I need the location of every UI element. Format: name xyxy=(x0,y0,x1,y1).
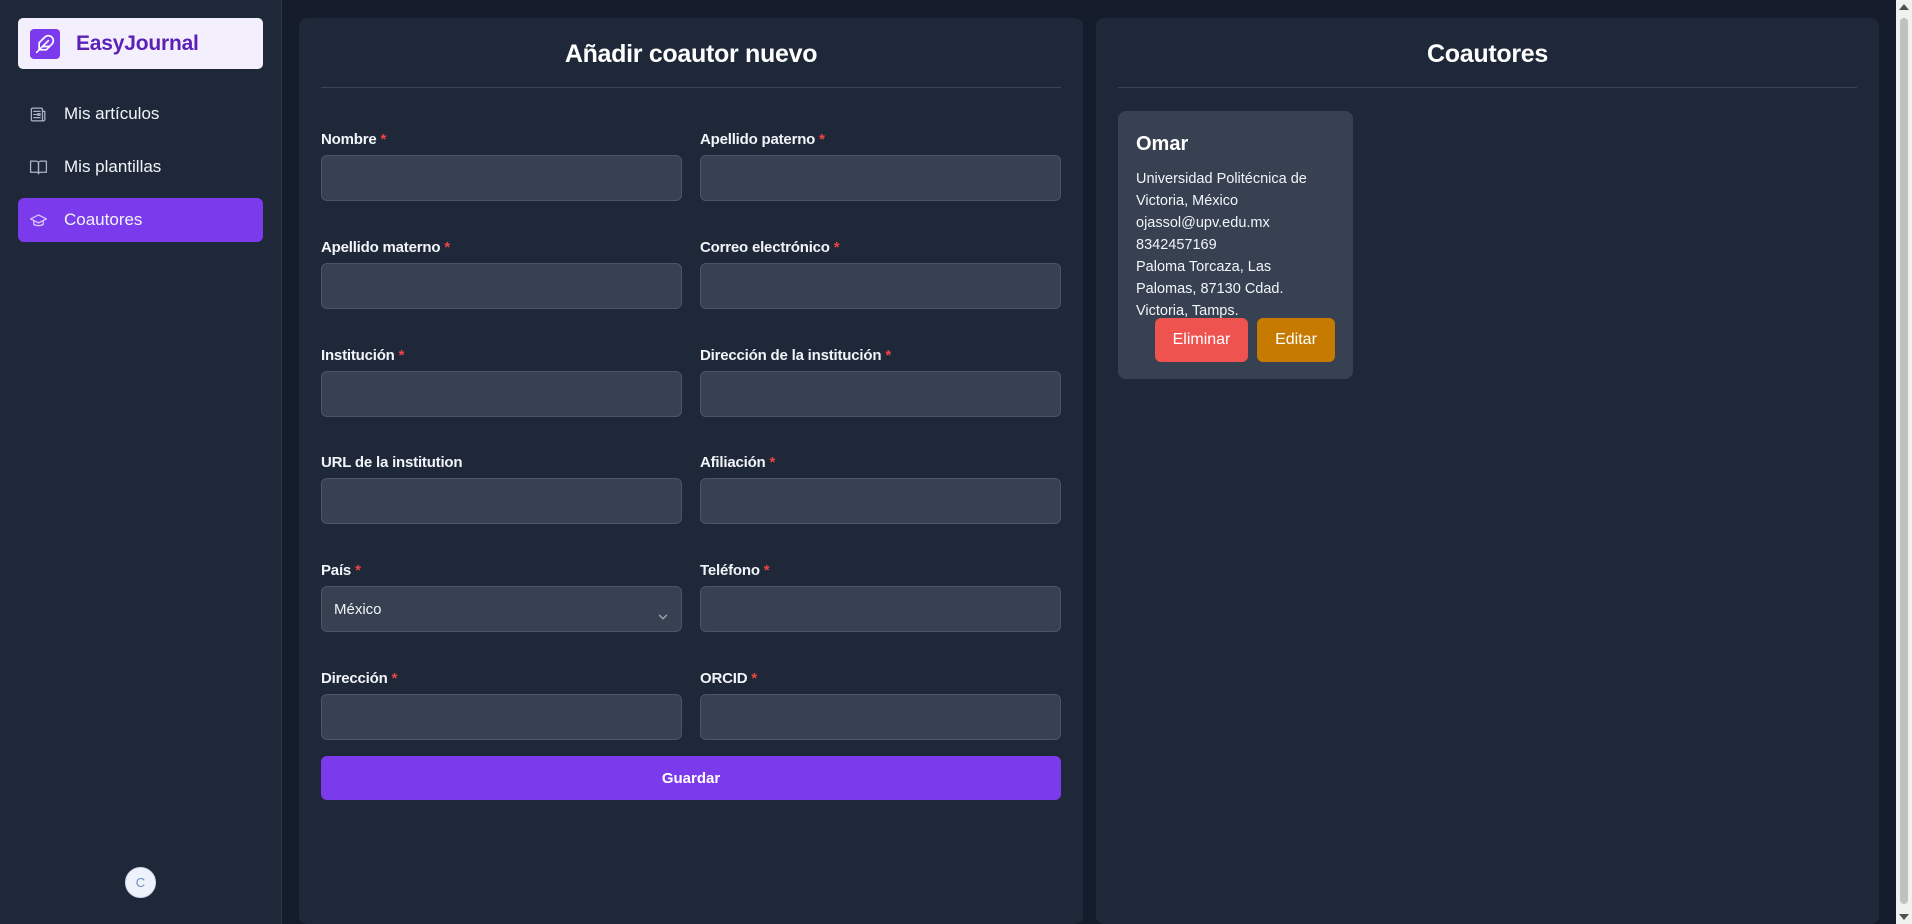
nombre-input[interactable] xyxy=(321,155,682,201)
coauthor-card: Omar Universidad Politécnica de Victoria… xyxy=(1118,111,1353,379)
sidebar-item-coautores[interactable]: Coautores xyxy=(18,198,263,242)
add-coauthor-panel: Añadir coautor nuevo Nombre * Apellido pa… xyxy=(299,18,1083,924)
brand-logo-block[interactable]: EasyJournal xyxy=(18,18,263,69)
apellido-materno-input[interactable] xyxy=(321,263,682,309)
required-mark: * xyxy=(380,131,387,148)
scroll-thumb[interactable] xyxy=(1900,18,1908,904)
email-field[interactable] xyxy=(700,263,1061,309)
scroll-up-icon[interactable] xyxy=(1899,4,1909,10)
afiliacion-input[interactable] xyxy=(700,478,1061,524)
coauthor-email: ojassol@upv.edu.mx xyxy=(1136,215,1270,231)
direccion-input[interactable] xyxy=(321,694,682,740)
pais-select[interactable]: México xyxy=(321,586,682,632)
sidebar-item-label: Mis plantillas xyxy=(64,157,162,176)
sidebar-nav: Mis artículos Mis plantillas Coautores xyxy=(18,92,263,251)
field-telefono: Teléfono * xyxy=(700,562,1061,632)
field-institucion: Institución * xyxy=(321,347,682,417)
coauthor-phone: 8342457169 xyxy=(1136,237,1217,253)
required-mark: * xyxy=(355,562,361,579)
field-direccion-institucion: Dirección de la institución * xyxy=(700,347,1061,417)
edit-button[interactable]: Editar xyxy=(1257,318,1335,362)
field-label: País xyxy=(321,562,352,579)
required-mark: * xyxy=(751,670,757,687)
coauthor-institution: Universidad Politécnica de Victoria, Méx… xyxy=(1136,171,1307,209)
field-label: Teléfono xyxy=(700,562,760,579)
field-label: ORCID xyxy=(700,670,748,687)
field-label: Apellido materno xyxy=(321,239,441,256)
coauthor-address: Paloma Torcaza, Las Palomas, 87130 Cdad.… xyxy=(1136,259,1284,319)
field-afiliacion: Afiliación * xyxy=(700,454,1061,524)
required-mark: * xyxy=(391,670,398,687)
coauthors-title: Coautores xyxy=(1118,40,1857,88)
field-label: Correo electrónico xyxy=(700,239,830,256)
pais-select-value: México xyxy=(321,586,682,632)
chevron-down-icon xyxy=(656,610,670,629)
field-apellido-paterno: Apellido paterno * xyxy=(700,131,1061,201)
url-institucion-input[interactable] xyxy=(321,478,682,524)
field-label: Nombre xyxy=(321,131,377,148)
field-url-institucion: URL de la institution xyxy=(321,454,682,524)
field-apellido-materno: Apellido materno * xyxy=(321,239,682,309)
field-label: Dirección de la institución xyxy=(700,347,882,364)
required-mark: * xyxy=(398,347,405,364)
feather-icon xyxy=(30,28,60,59)
required-mark: * xyxy=(833,239,840,256)
card-actions: Eliminar Editar xyxy=(1155,318,1335,362)
coauthor-info: Universidad Politécnica de Victoria, Méx… xyxy=(1136,168,1335,322)
book-open-icon xyxy=(28,157,48,177)
required-mark: * xyxy=(885,347,891,364)
page-title: Añadir coautor nuevo xyxy=(321,40,1061,88)
field-label: Afiliación xyxy=(700,454,766,471)
institucion-input[interactable] xyxy=(321,371,682,417)
sidebar-item-label: Coautores xyxy=(64,210,143,229)
sidebar-item-mis-articulos[interactable]: Mis artículos xyxy=(18,92,263,136)
field-label: URL de la institution xyxy=(321,454,463,471)
page-scrollbar[interactable] xyxy=(1896,0,1912,924)
delete-button[interactable]: Eliminar xyxy=(1155,318,1248,362)
telefono-input[interactable] xyxy=(700,586,1061,632)
coauthors-panel: Coautores Omar Universidad Politécnica d… xyxy=(1096,18,1879,924)
field-nombre: Nombre * xyxy=(321,131,682,201)
save-button[interactable]: Guardar xyxy=(321,756,1061,800)
apellido-paterno-input[interactable] xyxy=(700,155,1061,201)
required-mark: * xyxy=(769,454,776,471)
graduation-cap-icon xyxy=(28,210,48,230)
avatar[interactable]: C xyxy=(125,867,156,898)
sidebar-item-label: Mis artículos xyxy=(64,104,160,123)
top-strip xyxy=(283,0,1896,18)
coauthor-name: Omar xyxy=(1136,133,1189,155)
field-label: Institución xyxy=(321,347,395,364)
required-mark: * xyxy=(444,239,450,256)
newspaper-icon xyxy=(28,104,48,124)
direccion-institucion-input[interactable] xyxy=(700,371,1061,417)
scroll-down-icon[interactable] xyxy=(1899,914,1909,920)
field-label: Dirección xyxy=(321,670,388,687)
app-root: EasyJournal Mis artículos Mis plantillas… xyxy=(0,0,1912,924)
brand-name: EasyJournal xyxy=(76,31,199,55)
field-orcid: ORCID * xyxy=(700,670,1061,740)
required-mark: * xyxy=(763,562,770,579)
field-correo: Correo electrónico * xyxy=(700,239,1061,309)
sidebar: EasyJournal Mis artículos Mis plantillas… xyxy=(0,0,282,924)
orcid-input[interactable] xyxy=(700,694,1061,740)
field-direccion: Dirección * xyxy=(321,670,682,740)
field-pais: País * México xyxy=(321,562,682,632)
sidebar-item-mis-plantillas[interactable]: Mis plantillas xyxy=(18,145,263,189)
required-mark: * xyxy=(819,131,825,148)
field-label: Apellido paterno xyxy=(700,131,816,148)
